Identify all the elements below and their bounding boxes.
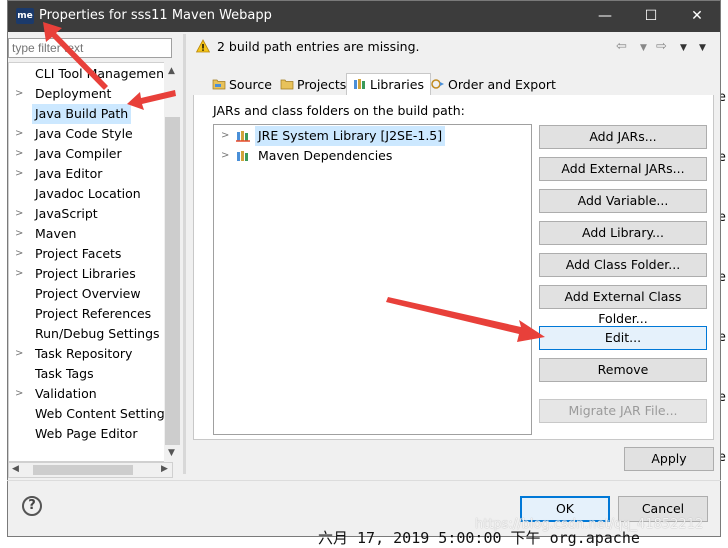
libraries-caption: JARs and class folders on the build path… <box>213 103 465 118</box>
tree-item-label: Deployment <box>35 86 112 101</box>
tab-source[interactable]: Source <box>205 73 279 95</box>
tree-item-label: Run/Debug Settings <box>35 326 160 341</box>
projects-folder-icon <box>280 79 294 90</box>
add-jars-button[interactable]: Add JARs... <box>539 125 707 149</box>
add-external-jars-button[interactable]: Add External JARs... <box>539 157 707 181</box>
title-bar[interactable]: me Properties for sss11 Maven Webapp — ☐… <box>8 1 720 32</box>
pane-sash[interactable] <box>183 34 186 474</box>
tree-item-label: Project Facets <box>35 246 122 261</box>
expand-icon[interactable]: > <box>15 244 25 264</box>
property-page-tree[interactable]: CLI Tool Managemen > Deployment Java Build … <box>8 62 173 462</box>
forward-icon[interactable]: ⇨ <box>656 39 667 54</box>
footer-divider <box>7 480 721 481</box>
tree-item-label: CLI Tool Managemen <box>35 66 165 81</box>
library-entry-label: JRE System Library [J2SE-1.5] <box>255 126 446 146</box>
tree-item-label: Javadoc Location <box>35 186 141 201</box>
tree-item-label: Web Content Settings <box>35 406 172 421</box>
tab-order-export[interactable]: Order and Export <box>424 73 563 95</box>
tree-item-label: Project Libraries <box>35 266 136 281</box>
back-icon[interactable]: ⇦ <box>616 39 627 54</box>
add-class-folder-button[interactable]: Add Class Folder... <box>539 253 707 277</box>
expand-icon[interactable]: > <box>15 84 25 104</box>
tree-item-label: Task Repository <box>35 346 133 361</box>
expand-icon[interactable]: > <box>15 384 25 404</box>
expand-icon[interactable]: > <box>15 164 25 184</box>
migrate-jar-button[interactable]: Migrate JAR File... <box>539 399 707 423</box>
tree-item-label: Java Code Style <box>35 126 133 141</box>
scroll-up-icon[interactable]: ▲ <box>168 66 175 76</box>
tree-item-label: Maven <box>35 226 77 241</box>
add-external-class-folder-button[interactable]: Add External Class Folder... <box>539 285 707 326</box>
warning-icon <box>196 39 210 53</box>
view-menu-icon[interactable]: ▼ <box>699 43 706 53</box>
watermark: https://blog.csdn.net/qq_41852212 <box>475 517 704 532</box>
tab-libraries-label: Libraries <box>370 77 424 92</box>
scroll-right-icon[interactable]: ▶ <box>161 464 168 474</box>
expand-icon[interactable]: > <box>15 124 25 144</box>
library-icon <box>237 151 248 161</box>
tree-item-label: Validation <box>35 386 97 401</box>
tree-item-label: Web Page Editor <box>35 426 138 441</box>
edit-button[interactable]: Edit... <box>539 326 707 350</box>
order-export-icon <box>431 79 444 89</box>
tab-projects[interactable]: Projects <box>273 73 353 95</box>
tab-projects-label: Projects <box>297 77 347 92</box>
help-icon[interactable]: ? <box>22 496 42 516</box>
filter-input[interactable] <box>8 38 172 58</box>
minimize-button[interactable]: — <box>582 1 628 32</box>
close-button[interactable]: ✕ <box>674 1 720 32</box>
tree-item-label: Java Build Path <box>32 104 132 124</box>
expand-icon[interactable]: > <box>15 204 25 224</box>
tab-libraries[interactable]: Libraries <box>346 73 431 96</box>
tree-item-label: Java Editor <box>35 166 103 181</box>
scroll-down-icon[interactable]: ▼ <box>168 448 175 458</box>
forward-menu-icon[interactable]: ▼ <box>680 43 687 53</box>
tree-horizontal-scrollbar[interactable]: ◀ ▶ <box>8 462 173 478</box>
expand-icon[interactable]: > <box>15 224 25 244</box>
source-folder-icon <box>212 79 226 90</box>
tree-item-label: Project Overview <box>35 286 141 301</box>
tree-scroll-thumb[interactable] <box>165 117 180 445</box>
warning-message: 2 build path entries are missing. <box>217 39 420 54</box>
expand-icon[interactable]: > <box>15 344 25 364</box>
expand-icon[interactable]: > <box>15 264 25 284</box>
expand-icon[interactable]: > <box>221 146 229 166</box>
scroll-left-icon[interactable]: ◀ <box>12 464 19 474</box>
window-title: Properties for sss11 Maven Webapp <box>39 8 272 23</box>
tab-source-label: Source <box>229 77 272 92</box>
library-icon <box>236 131 250 142</box>
back-menu-icon[interactable]: ▼ <box>640 43 647 53</box>
maximize-button[interactable]: ☐ <box>628 1 674 32</box>
tree-item-label: Java Compiler <box>35 146 122 161</box>
tree-item-label: JavaScript <box>35 206 98 221</box>
tree-item-label: Project References <box>35 306 152 321</box>
library-entry-label: Maven Dependencies <box>258 148 393 163</box>
app-icon: me <box>16 8 34 24</box>
libraries-icon <box>354 79 365 89</box>
apply-button[interactable]: Apply <box>624 447 714 471</box>
tab-order-export-label: Order and Export <box>448 77 556 92</box>
remove-button[interactable]: Remove <box>539 358 707 382</box>
tree-item-label: Task Tags <box>35 366 94 381</box>
expand-icon[interactable]: > <box>221 126 229 146</box>
library-tree[interactable]: > JRE System Library [J2SE-1.5] > Maven … <box>213 124 532 435</box>
add-variable-button[interactable]: Add Variable... <box>539 189 707 213</box>
expand-icon[interactable]: > <box>15 144 25 164</box>
tree-hscroll-thumb[interactable] <box>33 465 133 475</box>
add-library-button[interactable]: Add Library... <box>539 221 707 245</box>
